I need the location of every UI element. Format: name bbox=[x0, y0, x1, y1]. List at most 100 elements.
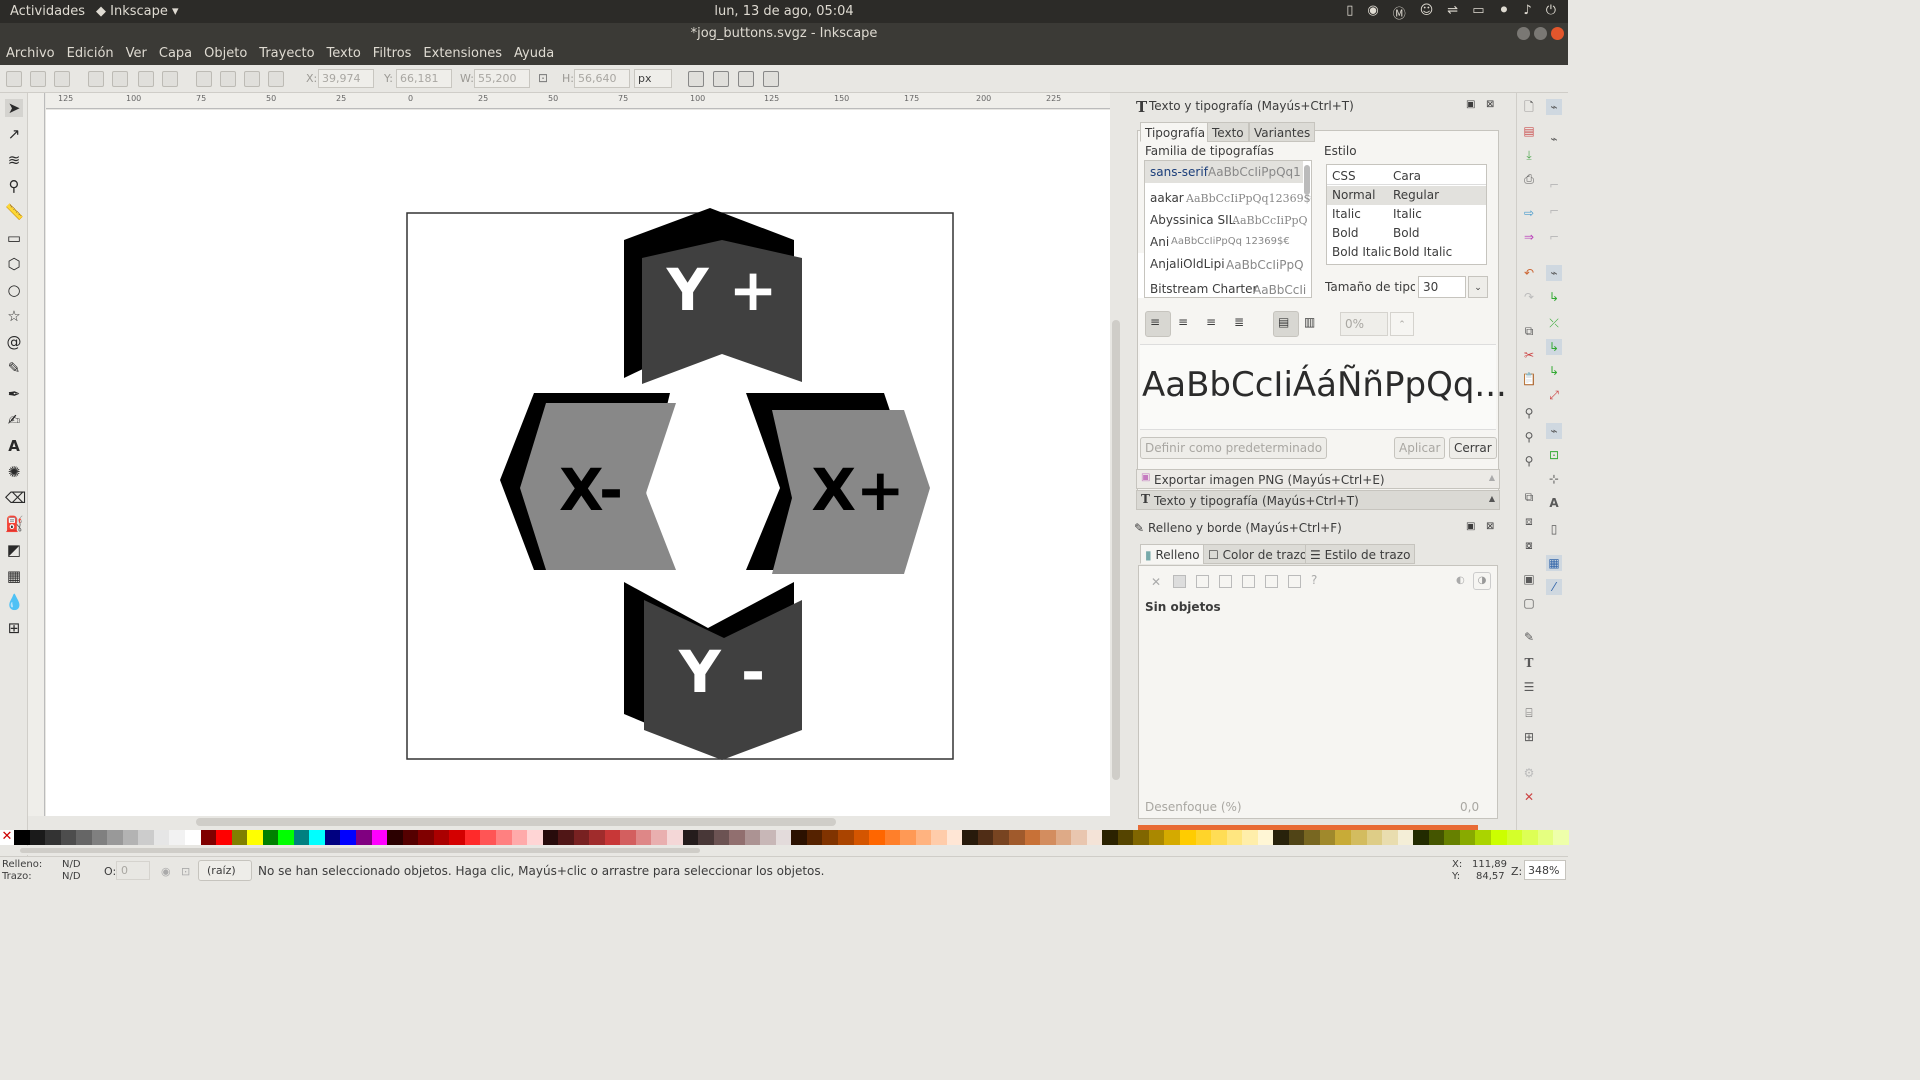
color-swatch[interactable] bbox=[1288, 830, 1305, 845]
font-list-item[interactable]: Abyssinica SIL AaBbCcIiPpQ bbox=[1145, 211, 1308, 233]
print-icon[interactable]: ⎙ bbox=[1521, 171, 1537, 187]
font-list-item[interactable]: Bitstream Charter AaBbCcIi bbox=[1145, 280, 1306, 297]
color-swatch[interactable] bbox=[1211, 830, 1227, 845]
color-swatch[interactable] bbox=[822, 830, 838, 845]
snap-center-icon[interactable]: ⊡ bbox=[1546, 447, 1562, 463]
color-swatch[interactable] bbox=[262, 830, 279, 845]
color-swatch[interactable] bbox=[45, 830, 61, 845]
justify-icon[interactable]: ≣ bbox=[1229, 311, 1255, 337]
color-swatch[interactable] bbox=[387, 830, 403, 845]
zoom-drawing-icon[interactable]: ⚲ bbox=[1521, 429, 1537, 445]
rotate-cw-icon[interactable] bbox=[112, 71, 128, 87]
font-list-scrollbar[interactable] bbox=[1304, 165, 1310, 195]
color-swatch[interactable] bbox=[946, 830, 963, 845]
expand-icon[interactable]: ▲ bbox=[1489, 473, 1495, 482]
color-swatch[interactable] bbox=[480, 830, 496, 845]
minimize-icon[interactable] bbox=[1517, 27, 1530, 40]
color-swatch[interactable] bbox=[604, 830, 621, 845]
menu-trayecto[interactable]: Trayecto bbox=[253, 45, 320, 65]
horizontal-ruler[interactable]: 125 100 75 50 25 0 25 50 75 100 125 150 … bbox=[46, 93, 1110, 109]
snap-bbox-icon[interactable]: ⌁ bbox=[1546, 131, 1562, 147]
color-swatch[interactable] bbox=[231, 830, 248, 845]
apply-button[interactable]: Aplicar bbox=[1394, 437, 1446, 459]
group-icon[interactable]: ▣ bbox=[1521, 571, 1537, 587]
spray-tool-icon[interactable]: ✺ bbox=[5, 463, 23, 481]
new-document-icon[interactable]: 🗋 bbox=[1521, 99, 1537, 115]
color-swatch[interactable] bbox=[1117, 830, 1134, 845]
color-swatch[interactable] bbox=[511, 830, 528, 845]
x-field[interactable]: 39,974 bbox=[318, 69, 374, 88]
color-swatch[interactable] bbox=[371, 830, 388, 845]
color-swatch[interactable] bbox=[1444, 830, 1460, 845]
display-icon[interactable]: ▭ bbox=[1472, 3, 1484, 22]
palette-scrollbar-thumb[interactable] bbox=[20, 848, 700, 853]
layer-selector[interactable]: (raíz) bbox=[198, 860, 252, 881]
color-swatch[interactable] bbox=[900, 830, 916, 845]
3d-box-tool-icon[interactable]: ⬡ bbox=[5, 255, 23, 273]
rectangle-tool-icon[interactable]: ▭ bbox=[5, 229, 23, 247]
unset-paint-icon[interactable]: ? bbox=[1311, 573, 1317, 587]
clock[interactable]: lun, 13 de ago, 05:04 bbox=[0, 4, 1568, 19]
color-swatch[interactable] bbox=[1102, 830, 1118, 845]
color-swatch[interactable] bbox=[1413, 830, 1429, 845]
copy-icon[interactable]: ⧉ bbox=[1521, 323, 1537, 339]
scale-corners-icon[interactable] bbox=[713, 71, 729, 87]
color-swatch[interactable] bbox=[1180, 830, 1196, 845]
snap-smooth-icon[interactable]: ↳ bbox=[1546, 363, 1562, 379]
zoom-page-icon[interactable]: ⚲ bbox=[1521, 453, 1537, 469]
wired-network-icon[interactable]: ⚫ bbox=[1499, 3, 1510, 22]
color-swatch[interactable] bbox=[573, 830, 590, 845]
unlink-clone-icon[interactable]: ⧇ bbox=[1521, 537, 1537, 553]
flip-vertical-icon[interactable] bbox=[162, 71, 178, 87]
drawing-canvas[interactable]: Y + X- X+ Y - bbox=[46, 110, 1110, 816]
xml-editor-icon[interactable]: ⌸ bbox=[1521, 705, 1537, 721]
color-swatch[interactable] bbox=[1195, 830, 1212, 845]
color-swatch[interactable] bbox=[713, 830, 730, 845]
close-button[interactable]: Cerrar bbox=[1449, 437, 1497, 459]
color-swatch[interactable] bbox=[1086, 830, 1103, 845]
font-list-item[interactable]: AnjaliOldLipi AaBbCcIiPpQ bbox=[1145, 255, 1304, 277]
fill-stroke-icon[interactable]: ✎ bbox=[1521, 629, 1537, 645]
color-swatch[interactable] bbox=[1459, 830, 1476, 845]
color-swatch[interactable] bbox=[1024, 830, 1041, 845]
color-swatch[interactable] bbox=[185, 830, 201, 845]
x-minus-button[interactable]: X- bbox=[500, 393, 676, 570]
menu-objeto[interactable]: Objeto bbox=[198, 45, 253, 65]
maximize-icon[interactable] bbox=[1534, 27, 1547, 40]
menu-ayuda[interactable]: Ayuda bbox=[508, 45, 560, 65]
color-swatch[interactable] bbox=[200, 830, 217, 845]
lower-icon[interactable] bbox=[220, 71, 236, 87]
color-swatch[interactable] bbox=[915, 830, 932, 845]
eraser-tool-icon[interactable]: ⌫ bbox=[5, 489, 26, 507]
color-swatch[interactable] bbox=[869, 830, 885, 845]
text-dock-tab[interactable]: T Texto y tipografía (Mayús+Ctrl+T) ▲ bbox=[1136, 490, 1500, 510]
color-swatch[interactable] bbox=[698, 830, 714, 845]
menu-extensiones[interactable]: Extensiones bbox=[417, 45, 508, 65]
color-swatch[interactable] bbox=[449, 830, 465, 845]
color-swatch[interactable] bbox=[558, 830, 574, 845]
menu-ver[interactable]: Ver bbox=[120, 45, 153, 65]
color-swatch[interactable] bbox=[1040, 830, 1056, 845]
color-swatch[interactable] bbox=[791, 830, 807, 845]
app-indicator-icon[interactable]: ◉ bbox=[1367, 3, 1378, 22]
font-size-field[interactable]: 30 bbox=[1418, 276, 1466, 298]
flip-horizontal-icon[interactable] bbox=[138, 71, 154, 87]
color-swatch[interactable] bbox=[775, 830, 792, 845]
deselect-icon[interactable] bbox=[54, 71, 70, 87]
h-field[interactable]: 56,640 bbox=[574, 69, 630, 88]
opacity-field[interactable]: 0 bbox=[116, 861, 150, 880]
tab-texto[interactable]: Texto bbox=[1207, 122, 1249, 142]
preferences-icon[interactable]: ⚙ bbox=[1521, 765, 1537, 781]
chat-icon[interactable]: ☺ bbox=[1420, 3, 1434, 22]
color-swatch[interactable] bbox=[107, 830, 123, 845]
color-swatch[interactable] bbox=[977, 830, 994, 845]
align-distribute-icon[interactable]: ⊞ bbox=[1521, 729, 1537, 745]
import-icon[interactable]: ⇨ bbox=[1521, 205, 1537, 221]
undo-icon[interactable]: ↶ bbox=[1521, 265, 1537, 281]
font-size-dropdown-icon[interactable]: ⌄ bbox=[1468, 276, 1488, 298]
blur-value[interactable]: 0,0 bbox=[1460, 800, 1479, 814]
color-swatch[interactable] bbox=[247, 830, 263, 845]
color-swatch[interactable] bbox=[1506, 830, 1523, 845]
color-swatch[interactable] bbox=[760, 830, 776, 845]
color-swatch[interactable] bbox=[60, 830, 77, 845]
